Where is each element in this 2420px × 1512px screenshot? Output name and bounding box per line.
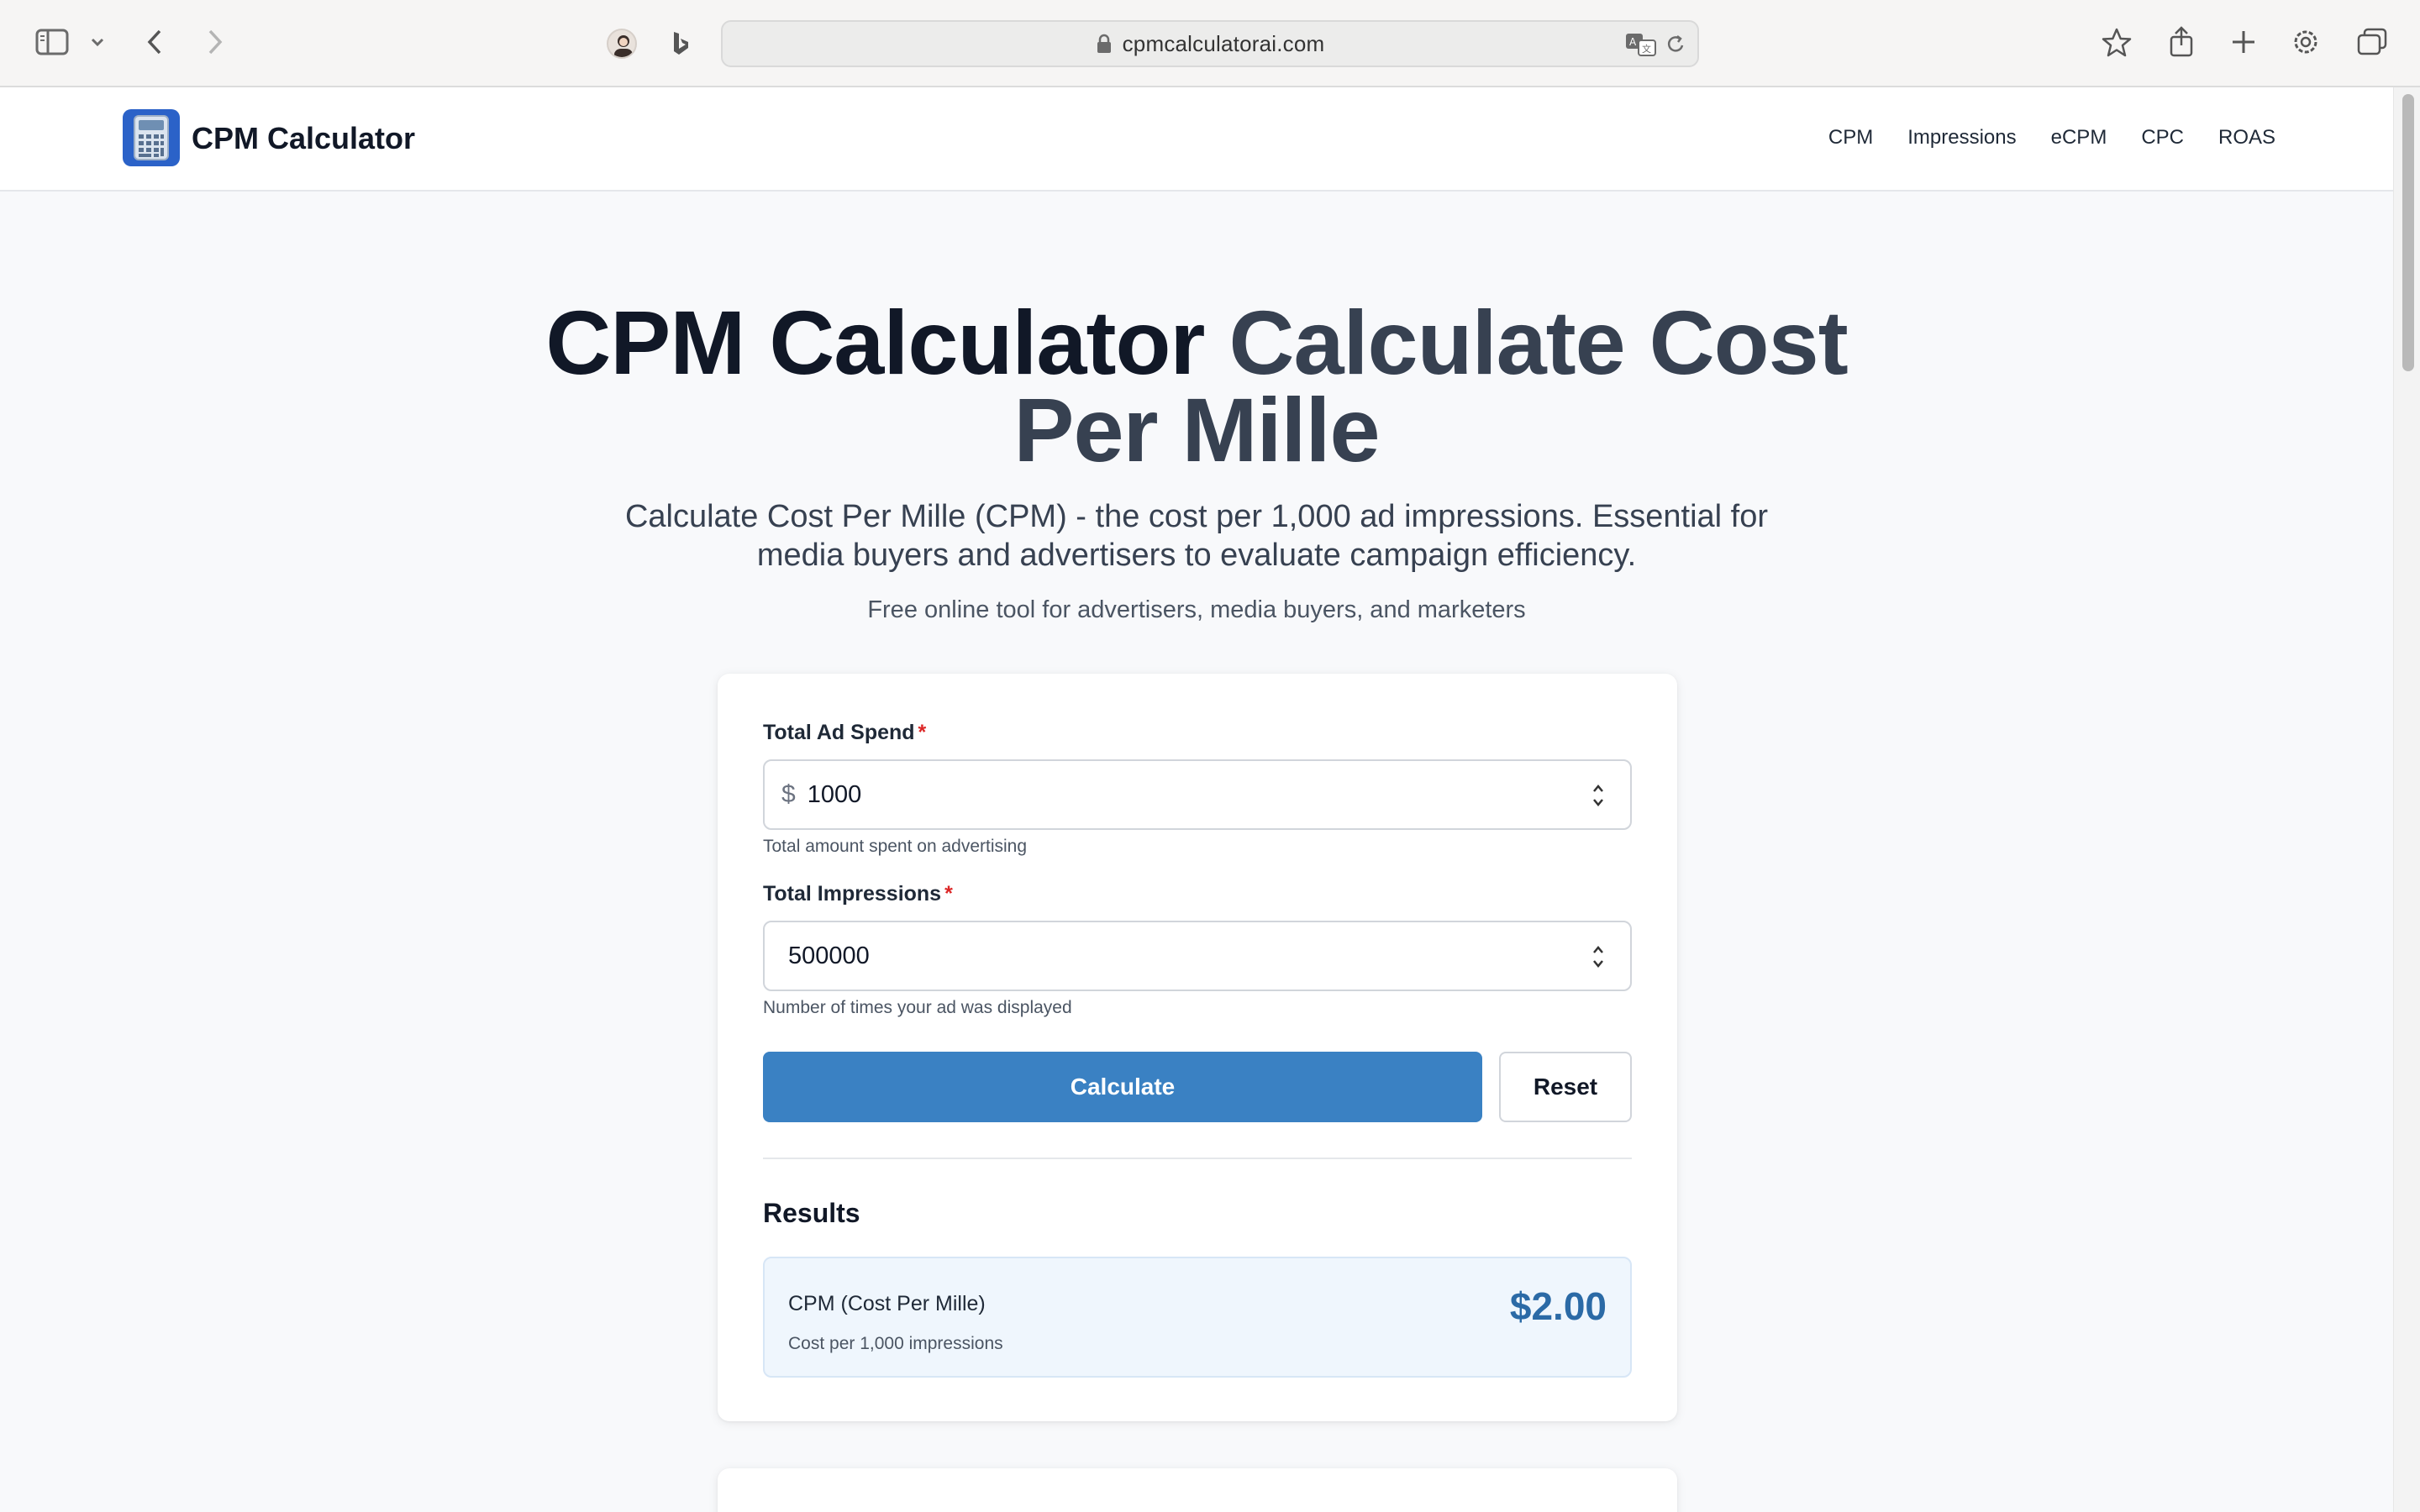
impressions-help-text: Number of times your ad was displayed bbox=[763, 998, 1072, 1017]
nav-link-cpm[interactable]: CPM bbox=[1828, 126, 1873, 150]
sidebar-toggle-icon[interactable] bbox=[34, 27, 71, 57]
nav-link-roas[interactable]: ROAS bbox=[2218, 126, 2275, 150]
reload-icon[interactable] bbox=[1664, 32, 1687, 61]
hero-description: Calculate Cost Per Mille (CPM) - the cos… bbox=[624, 499, 1769, 573]
spend-help-text: Total amount spent on advertising bbox=[763, 837, 1028, 856]
main-nav: CPM Impressions eCPM CPC ROAS bbox=[1828, 126, 2275, 150]
back-icon[interactable] bbox=[141, 25, 168, 59]
spend-label: Total Ad Spend * bbox=[763, 721, 926, 745]
currency-prefix: $ bbox=[781, 780, 796, 808]
impressions-field[interactable] bbox=[763, 921, 1632, 991]
profile-avatar-icon[interactable] bbox=[607, 29, 637, 59]
tab-overview-icon[interactable] bbox=[2354, 25, 2390, 59]
settings-gear-icon[interactable] bbox=[2289, 25, 2323, 59]
page-title: CPM Calculator Calculate Cost Per Mille bbox=[538, 297, 1855, 475]
divider bbox=[763, 1158, 1632, 1159]
cpm-result-box: CPM (Cost Per Mille) Cost per 1,000 impr… bbox=[763, 1257, 1632, 1378]
nav-link-ecpm[interactable]: eCPM bbox=[2051, 126, 2107, 150]
title-main: CPM Calculator bbox=[545, 291, 1205, 393]
translate-icon[interactable]: A文 bbox=[1625, 32, 1657, 61]
required-mark: * bbox=[944, 882, 953, 906]
hero-subtitle: Free online tool for advertisers, media … bbox=[867, 596, 1526, 623]
spend-label-text: Total Ad Spend bbox=[763, 721, 915, 744]
chevron-down-icon[interactable] bbox=[87, 32, 108, 52]
spend-stepper-icon[interactable] bbox=[1590, 781, 1607, 814]
impressions-input[interactable] bbox=[788, 942, 1544, 970]
brand-name[interactable]: CPM Calculator bbox=[192, 121, 415, 156]
ad-spend-field[interactable]: $ bbox=[763, 759, 1632, 830]
required-mark: * bbox=[918, 721, 927, 744]
scrollbar-thumb[interactable] bbox=[2402, 94, 2414, 371]
bing-icon[interactable] bbox=[669, 29, 692, 59]
calculate-button[interactable]: Calculate bbox=[763, 1052, 1482, 1122]
cpm-result-label: CPM (Cost Per Mille) bbox=[788, 1292, 986, 1315]
svg-text:文: 文 bbox=[1642, 43, 1651, 55]
url-text: cpmcalculatorai.com bbox=[1122, 30, 1325, 56]
cpm-result-value: $2.00 bbox=[1509, 1284, 1607, 1328]
new-tab-plus-icon[interactable] bbox=[2227, 25, 2260, 59]
svg-text:A: A bbox=[1629, 36, 1637, 48]
cpm-result-sub: Cost per 1,000 impressions bbox=[788, 1334, 1003, 1353]
forward-icon[interactable] bbox=[202, 25, 229, 59]
reset-button[interactable]: Reset bbox=[1499, 1052, 1632, 1122]
address-bar[interactable]: cpmcalculatorai.com A文 bbox=[721, 20, 1699, 67]
site-header: CPM Calculator CPM Impressions eCPM CPC … bbox=[0, 87, 2393, 192]
calculator-card: Total Ad Spend* $ Total amount spent on … bbox=[718, 674, 1677, 1421]
nav-link-impressions[interactable]: Impressions bbox=[1907, 126, 2016, 150]
impressions-label-text: Total Impressions bbox=[763, 882, 942, 906]
lock-icon bbox=[1096, 34, 1113, 54]
next-section-card bbox=[718, 1468, 1677, 1512]
bookmark-star-icon[interactable] bbox=[2099, 25, 2134, 60]
results-heading: Results bbox=[763, 1198, 860, 1228]
impressions-stepper-icon[interactable] bbox=[1590, 942, 1607, 975]
nav-link-cpc[interactable]: CPC bbox=[2141, 126, 2184, 150]
calculator-logo-icon[interactable] bbox=[123, 109, 180, 166]
browser-toolbar: cpmcalculatorai.com A文 bbox=[0, 0, 2420, 87]
share-icon[interactable] bbox=[2165, 24, 2198, 60]
ad-spend-input[interactable] bbox=[807, 780, 1564, 809]
page-scrollbar[interactable] bbox=[2393, 87, 2420, 1512]
impressions-label: Total Impressions * bbox=[763, 882, 953, 906]
